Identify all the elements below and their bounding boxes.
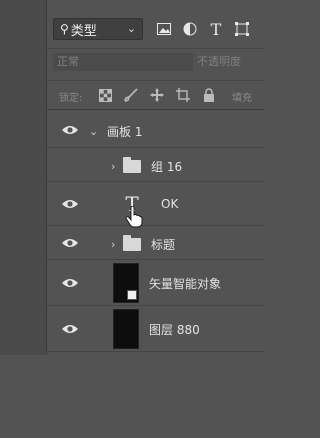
- layer-filter-row: ⚲ 类型 ⌄ T: [47, 14, 265, 44]
- shape-filter-icon[interactable]: [233, 18, 251, 40]
- layer-thumbnail: [113, 263, 139, 303]
- layer-name: 标题: [151, 238, 176, 252]
- layer-row-group[interactable]: › 组 16: [47, 148, 265, 182]
- lock-move-icon[interactable]: [149, 87, 165, 103]
- folder-icon: [123, 235, 141, 251]
- panel-bottom-empty: [0, 355, 265, 438]
- layer-row-artboard[interactable]: ⌄ 画板 1: [47, 112, 265, 148]
- lock-all-icon[interactable]: [201, 87, 217, 103]
- eye-icon[interactable]: [61, 277, 79, 289]
- lock-row: 锁定: 填充: [47, 80, 265, 110]
- eye-icon[interactable]: [61, 237, 79, 249]
- layer-name: 组 16: [151, 160, 183, 174]
- chevron-down-icon[interactable]: ⌄: [89, 125, 101, 138]
- lock-label: 锁定:: [59, 93, 83, 104]
- layer-thumbnail: [113, 309, 139, 349]
- folder-icon: [123, 157, 141, 173]
- layer-name: 画板 1: [107, 125, 143, 139]
- opacity-label: 不透明度: [197, 55, 241, 68]
- adjustment-filter-icon[interactable]: [181, 18, 199, 40]
- lock-paint-icon[interactable]: [123, 87, 139, 103]
- search-icon: ⚲: [60, 22, 69, 36]
- chevron-right-icon[interactable]: ›: [111, 160, 123, 173]
- smart-object-badge-icon: [127, 290, 137, 300]
- layer-name: 矢量智能对象: [149, 276, 222, 291]
- eye-icon[interactable]: [61, 198, 79, 210]
- filter-kind-label: 类型: [70, 23, 97, 39]
- layer-row-smart-object[interactable]: 矢量智能对象: [47, 260, 265, 306]
- blend-mode-select[interactable]: 正常: [53, 53, 193, 71]
- chevron-right-icon[interactable]: ›: [111, 238, 123, 251]
- type-filter-icon[interactable]: T: [207, 18, 225, 40]
- lock-transparent-icon[interactable]: [97, 87, 113, 103]
- eye-icon[interactable]: [61, 124, 79, 136]
- layer-row-group[interactable]: › 标题: [47, 226, 265, 260]
- blend-row: 正常 不透明度: [47, 48, 265, 74]
- layers-list: ⌄ 画板 1 › 组 16 T OK › 标题 矢量智能对象 图层 880: [47, 112, 265, 352]
- lock-artboard-icon[interactable]: [175, 87, 191, 103]
- layer-name: OK: [161, 197, 179, 211]
- chevron-down-icon: ⌄: [126, 22, 136, 35]
- layer-name: 图层 880: [149, 322, 200, 337]
- layer-row-pixel[interactable]: 图层 880: [47, 306, 265, 352]
- eye-icon[interactable]: [61, 323, 79, 335]
- hand-cursor-icon: [125, 206, 143, 228]
- fill-label: 填充: [232, 93, 252, 104]
- layer-row-text[interactable]: T OK: [47, 182, 265, 226]
- image-filter-icon[interactable]: [155, 18, 173, 40]
- filter-kind-select[interactable]: ⚲ 类型 ⌄: [53, 18, 143, 40]
